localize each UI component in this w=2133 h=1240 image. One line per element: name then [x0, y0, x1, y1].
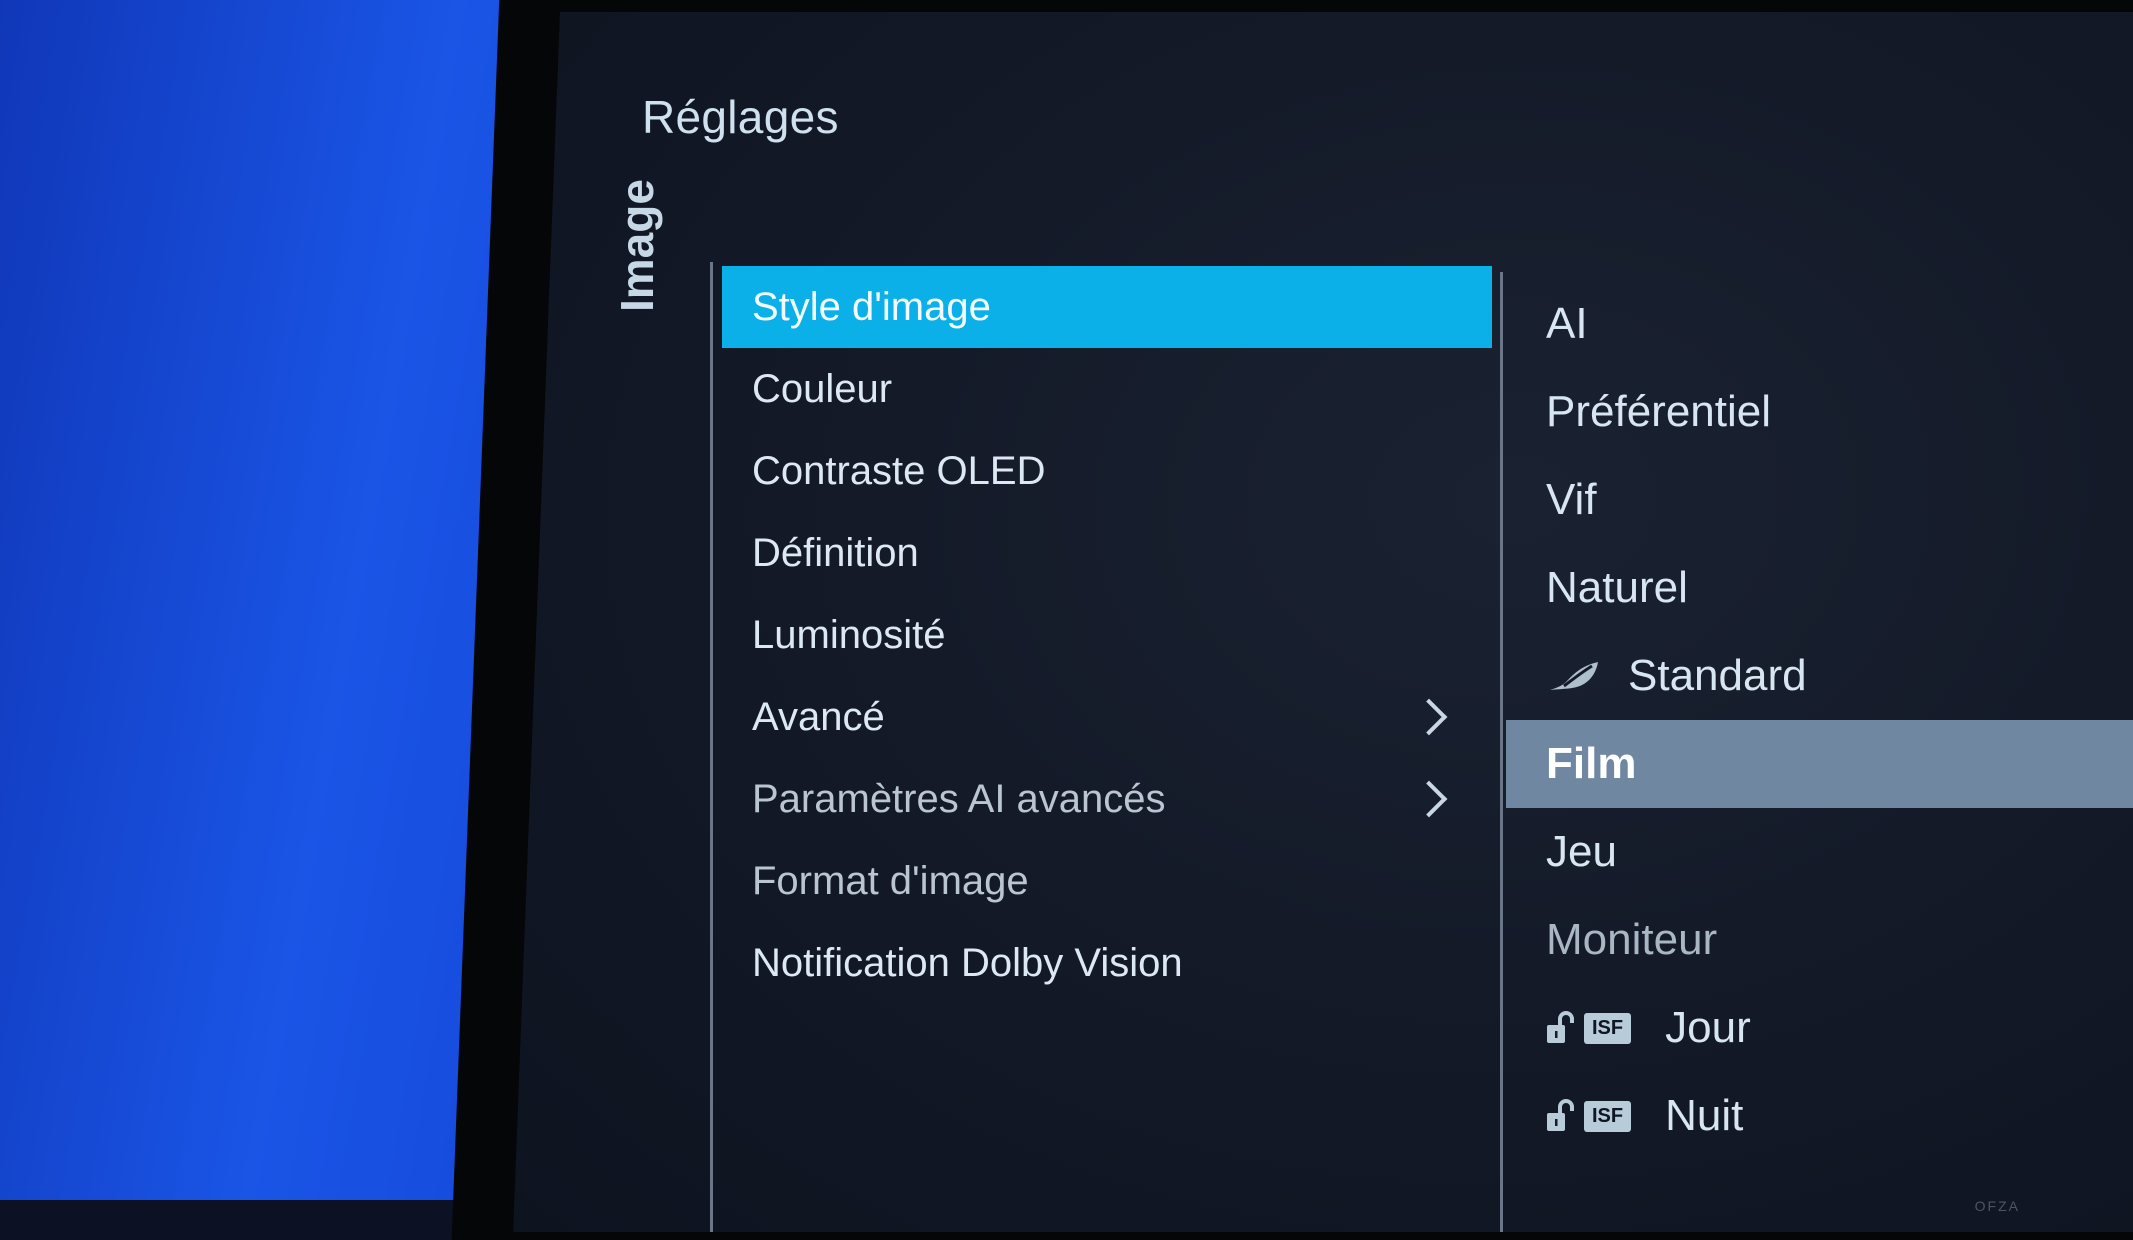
option-label: Naturel	[1546, 563, 1688, 612]
menu-item-label: Couleur	[752, 366, 893, 411]
option-ai[interactable]: AI	[1506, 280, 2133, 368]
menu-item-label: Contraste OLED	[752, 448, 1046, 493]
menu-item-couleur[interactable]: Couleur	[722, 348, 1492, 430]
option-vif[interactable]: Vif	[1506, 456, 2133, 544]
option-moniteur[interactable]: Moniteur	[1506, 896, 2133, 984]
option-label: Préférentiel	[1546, 387, 1772, 436]
option-preferentiel[interactable]: Préférentiel	[1506, 368, 2133, 456]
eco-leaf-icon	[1550, 662, 1598, 690]
option-label: Moniteur	[1546, 915, 1718, 964]
option-label: Film	[1546, 739, 1637, 788]
menu-item-notification-dolby-vision[interactable]: Notification Dolby Vision	[722, 922, 1492, 1004]
menu-item-style-image[interactable]: Style d'image	[722, 266, 1492, 348]
picture-style-options: AI Préférentiel Vif Naturel Standard Fil…	[1506, 280, 2133, 1160]
menu-item-label: Luminosité	[752, 612, 946, 657]
left-column-divider	[710, 262, 713, 1232]
option-label: Standard	[1628, 651, 1807, 700]
menu-item-format-image[interactable]: Format d'image	[722, 840, 1492, 922]
chevron-right-icon	[1410, 780, 1448, 818]
option-isf-nuit[interactable]: ISF Nuit	[1506, 1072, 2133, 1160]
menu-item-contraste-oled[interactable]: Contraste OLED	[722, 430, 1492, 512]
watermark-text: OFZA	[1974, 1198, 2020, 1214]
option-jeu[interactable]: Jeu	[1506, 808, 2133, 896]
menu-item-luminosite[interactable]: Luminosité	[722, 594, 1492, 676]
menu-item-label: Format d'image	[752, 858, 1029, 903]
unlocked-padlock-icon	[1547, 1011, 1574, 1043]
page-title: Réglages	[642, 91, 839, 143]
option-film[interactable]: Film	[1506, 720, 2133, 808]
option-label: Jour	[1665, 1003, 1751, 1052]
option-naturel[interactable]: Naturel	[1506, 544, 2133, 632]
option-label: Jeu	[1546, 827, 1617, 876]
settings-menu: Style d'image Couleur Contraste OLED Déf…	[722, 266, 1492, 1004]
option-label: Nuit	[1665, 1091, 1744, 1140]
option-label: Vif	[1546, 475, 1597, 524]
option-standard[interactable]: Standard	[1506, 632, 2133, 720]
unlocked-padlock-icon	[1547, 1099, 1574, 1131]
menu-item-label: Notification Dolby Vision	[752, 940, 1183, 985]
menu-item-avance[interactable]: Avancé	[722, 676, 1492, 758]
chevron-right-icon	[1410, 698, 1448, 736]
isf-badge: ISF	[1584, 1012, 1632, 1044]
option-label: AI	[1546, 299, 1588, 348]
isf-badge: ISF	[1584, 1100, 1632, 1132]
right-column-divider	[1500, 272, 1503, 1232]
option-isf-jour[interactable]: ISF Jour	[1506, 984, 2133, 1072]
menu-item-label: Avancé	[752, 694, 885, 739]
menu-item-definition[interactable]: Définition	[722, 512, 1492, 594]
tv-screen: Réglages Image Style d'image Couleur Con…	[513, 12, 2133, 1232]
section-label-image: Image	[611, 179, 663, 312]
menu-item-label: Style d'image	[752, 284, 991, 329]
menu-item-label: Définition	[752, 530, 919, 575]
menu-item-label: Paramètres AI avancés	[752, 776, 1166, 821]
menu-item-parametres-ai-avances[interactable]: Paramètres AI avancés	[722, 758, 1492, 840]
